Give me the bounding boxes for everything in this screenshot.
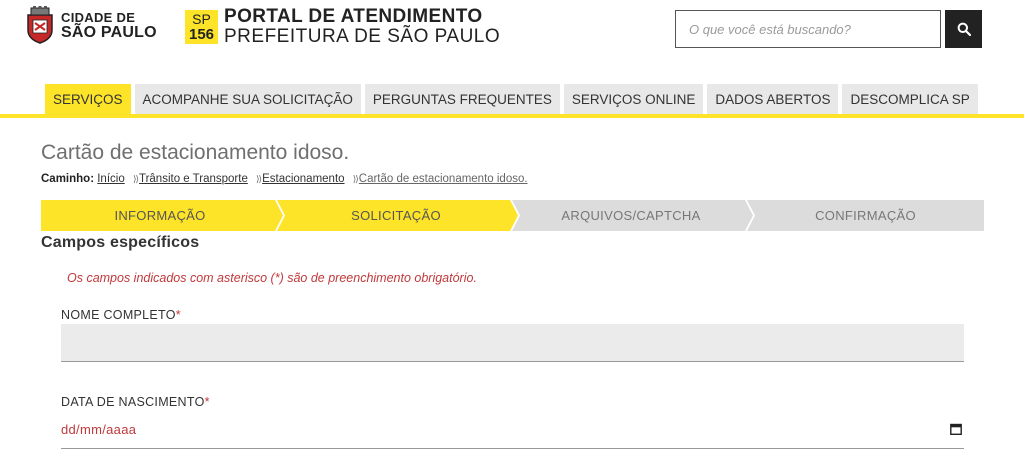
search-button[interactable] bbox=[945, 10, 982, 48]
portal-subtitle: PREFEITURA DE SÃO PAULO bbox=[224, 26, 501, 47]
nav-servicos[interactable]: SERVIÇOS bbox=[45, 84, 131, 114]
nav-underline bbox=[0, 114, 1024, 118]
birth-label-text: DATA DE NASCIMENTO bbox=[61, 395, 205, 409]
portal-logo[interactable]: SP 156 PORTAL DE ATENDIMENTO PREFEITURA … bbox=[185, 7, 500, 47]
progress-steps: INFORMAÇÃO SOLICITAÇÃO ARQUIVOS/CAPTCHA … bbox=[41, 200, 984, 231]
breadcrumb-separator-icon: ⟩⟩ bbox=[256, 174, 262, 184]
site-header: CIDADE DE SÃO PAULO SP 156 PORTAL DE ATE… bbox=[0, 0, 1024, 60]
portal-title: PORTAL DE ATENDIMENTO bbox=[224, 6, 483, 27]
search-input[interactable] bbox=[675, 10, 941, 48]
step-solicitacao: SOLICITAÇÃO bbox=[351, 208, 441, 223]
nav-acompanhe-solicitacao[interactable]: ACOMPANHE SUA SOLICITAÇÃO bbox=[134, 84, 361, 114]
search-icon bbox=[957, 22, 971, 36]
nav-perguntas-frequentes[interactable]: PERGUNTAS FREQUENTES bbox=[364, 84, 560, 114]
name-field-label: NOME COMPLETO* bbox=[61, 308, 181, 322]
section-title: Campos específicos bbox=[41, 234, 200, 251]
full-name-input[interactable] bbox=[61, 324, 964, 362]
breadcrumb-inicio[interactable]: Início bbox=[97, 173, 125, 185]
nav-dados-abertos[interactable]: DADOS ABERTOS bbox=[707, 84, 839, 114]
breadcrumb-transito-transporte[interactable]: Trânsito e Transporte bbox=[139, 173, 248, 185]
calendar-icon[interactable] bbox=[950, 423, 962, 435]
breadcrumb-label: Caminho: bbox=[41, 173, 95, 185]
city-name-line1: CIDADE DE bbox=[61, 10, 136, 25]
required-asterisk: * bbox=[175, 308, 181, 322]
breadcrumb: Caminho: Início ⟩⟩Trânsito e Transporte … bbox=[41, 173, 528, 185]
step-informacao: INFORMAÇÃO bbox=[114, 208, 206, 223]
sp156-badge: SP 156 bbox=[185, 10, 218, 44]
breadcrumb-estacionamento[interactable]: Estacionamento bbox=[262, 173, 344, 185]
breadcrumb-separator-icon: ⟩⟩ bbox=[132, 174, 139, 184]
name-label-text: NOME COMPLETO bbox=[61, 308, 176, 322]
search-bar bbox=[675, 10, 982, 48]
nav-servicos-online[interactable]: SERVIÇOS ONLINE bbox=[563, 84, 704, 114]
page-title: Cartão de estacionamento idoso. bbox=[41, 141, 350, 164]
badge-156: 156 bbox=[188, 26, 215, 43]
breadcrumb-current[interactable]: Cartão de estacionamento idoso. bbox=[359, 173, 528, 185]
nav-descomplica-sp[interactable]: DESCOMPLICA SP bbox=[842, 84, 978, 114]
step-arquivos-captcha: ARQUIVOS/CAPTCHA bbox=[561, 208, 701, 223]
birth-date-input[interactable]: dd/mm/aaaa bbox=[61, 411, 964, 449]
birth-date-placeholder: dd/mm/aaaa bbox=[61, 422, 137, 437]
main-nav: SERVIÇOS ACOMPANHE SUA SOLICITAÇÃO PERGU… bbox=[0, 84, 1024, 118]
breadcrumb-separator-icon: ⟩⟩ bbox=[352, 174, 359, 184]
city-crest-icon bbox=[25, 6, 55, 44]
city-name-line2: SÃO PAULO bbox=[61, 24, 157, 41]
birth-field-label: DATA DE NASCIMENTO* bbox=[61, 395, 210, 409]
step-confirmacao: CONFIRMAÇÃO bbox=[815, 208, 916, 223]
badge-sp: SP bbox=[192, 11, 211, 27]
required-notice: Os campos indicados com asterisco (*) sã… bbox=[67, 271, 477, 285]
required-asterisk: * bbox=[204, 395, 210, 409]
city-logo[interactable]: CIDADE DE SÃO PAULO bbox=[25, 6, 157, 44]
